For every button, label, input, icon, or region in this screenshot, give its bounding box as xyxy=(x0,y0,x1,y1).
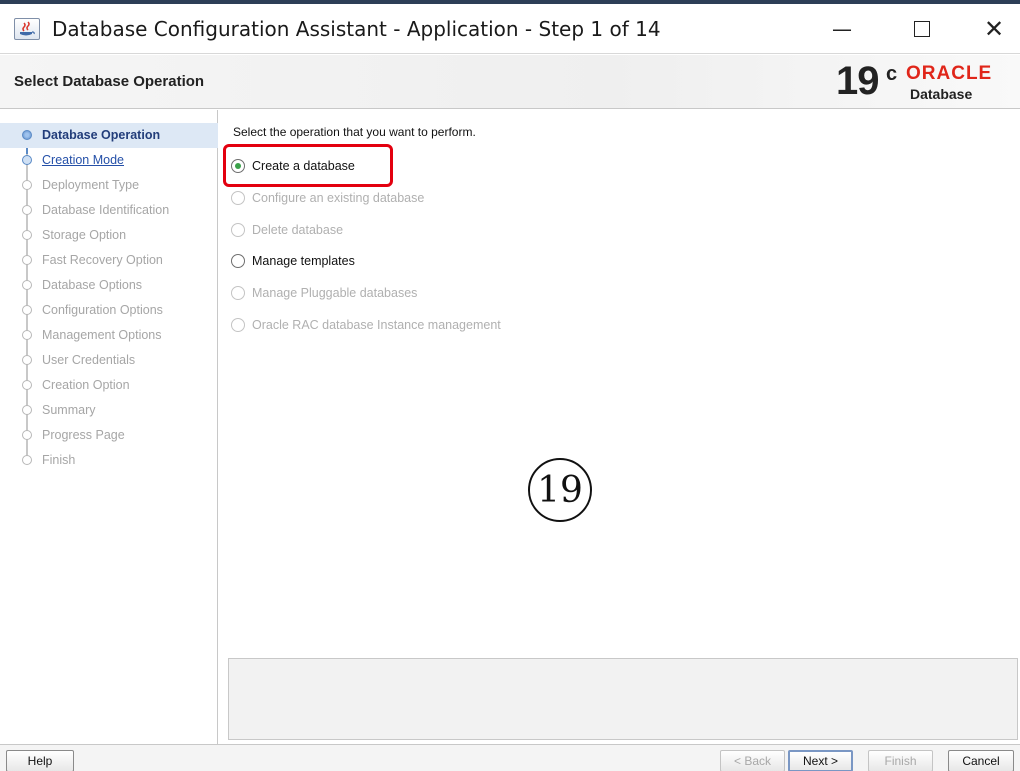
step-pending-icon xyxy=(22,355,32,365)
page-header: Select Database Operation 19 c ORACLE Da… xyxy=(0,55,1020,109)
sidebar-step-management-options: Management Options xyxy=(0,323,218,348)
step-label: Deployment Type xyxy=(42,178,140,192)
step-label: Progress Page xyxy=(42,428,125,442)
option-label: Oracle RAC database Instance management xyxy=(252,318,501,332)
minimize-button[interactable]: — xyxy=(822,12,862,46)
finish-button: Finish xyxy=(868,750,933,771)
step-label: Database Identification xyxy=(42,203,170,217)
annotation-number: 19 xyxy=(537,469,583,511)
logo-brand: ORACLE xyxy=(906,63,993,84)
sidebar-step-progress-page: Progress Page xyxy=(0,423,218,448)
step-label: Creation Option xyxy=(42,378,130,392)
footer-bar: Help < Back Next > Finish Cancel xyxy=(0,744,1020,771)
next-button[interactable]: Next > xyxy=(788,750,853,771)
steps-sidebar: Database Operation Creation Mode Deploym… xyxy=(0,110,218,744)
sidebar-step-deployment-type: Deployment Type xyxy=(0,173,218,198)
option-manage-pluggable-databases: Manage Pluggable databases xyxy=(231,282,417,304)
sidebar-step-creation-option: Creation Option xyxy=(0,373,218,398)
step-label: Creation Mode xyxy=(42,153,124,167)
option-label: Configure an existing database xyxy=(252,191,425,205)
step-pending-icon xyxy=(22,430,32,440)
window-title: Database Configuration Assistant - Appli… xyxy=(52,17,661,41)
option-rac-instance-management: Oracle RAC database Instance management xyxy=(231,314,501,336)
back-button: < Back xyxy=(720,750,785,771)
sidebar-step-database-operation[interactable]: Database Operation xyxy=(0,123,218,148)
cancel-button[interactable]: Cancel xyxy=(948,750,1014,771)
sidebar-step-creation-mode[interactable]: Creation Mode xyxy=(0,148,218,173)
sidebar-step-user-credentials: User Credentials xyxy=(0,348,218,373)
java-app-icon xyxy=(14,18,40,40)
step-label: Database Options xyxy=(42,278,143,292)
maximize-icon xyxy=(914,21,930,37)
logo-product: Database xyxy=(910,86,973,102)
step-next-icon xyxy=(22,155,32,165)
step-label: Summary xyxy=(42,403,96,417)
radio-disabled-icon xyxy=(231,191,245,205)
option-configure-existing-database: Configure an existing database xyxy=(231,187,424,209)
oracle-19c-logo: 19 c ORACLE Database xyxy=(836,59,1020,107)
step-pending-icon xyxy=(22,180,32,190)
step-label: Finish xyxy=(42,453,76,467)
step-pending-icon xyxy=(22,455,32,465)
main-content-panel: Select the operation that you want to pe… xyxy=(219,110,1020,744)
step-pending-icon xyxy=(22,205,32,215)
help-button[interactable]: Help xyxy=(6,750,74,771)
step-pending-icon xyxy=(22,230,32,240)
step-pending-icon xyxy=(22,405,32,415)
step-pending-icon xyxy=(22,330,32,340)
sidebar-step-storage-option: Storage Option xyxy=(0,223,218,248)
option-manage-templates[interactable]: Manage templates xyxy=(231,250,355,272)
step-number-annotation: 19 xyxy=(528,458,592,522)
sidebar-step-configuration-options: Configuration Options xyxy=(0,298,218,323)
window-titlebar[interactable]: Database Configuration Assistant - Appli… xyxy=(0,4,1020,54)
sidebar-step-database-options: Database Options xyxy=(0,273,218,298)
close-button[interactable]: ✕ xyxy=(974,12,1014,46)
logo-version: 19 xyxy=(836,59,879,103)
sidebar-step-database-identification: Database Identification xyxy=(0,198,218,223)
step-pending-icon xyxy=(22,255,32,265)
sidebar-step-summary: Summary xyxy=(0,398,218,423)
step-pending-icon xyxy=(22,305,32,315)
logo-superscript: c xyxy=(886,63,898,85)
sidebar-step-finish: Finish xyxy=(0,448,218,473)
message-panel xyxy=(228,658,1018,740)
close-icon: ✕ xyxy=(983,15,1005,43)
instruction-text: Select the operation that you want to pe… xyxy=(233,125,476,139)
step-label: Management Options xyxy=(42,328,162,342)
radio-icon[interactable] xyxy=(231,254,245,268)
step-active-icon xyxy=(22,130,32,140)
option-label: Manage templates xyxy=(252,254,355,268)
step-label: Database Operation xyxy=(42,128,161,142)
step-label: User Credentials xyxy=(42,353,136,367)
option-label: Manage Pluggable databases xyxy=(252,286,418,300)
radio-disabled-icon xyxy=(231,286,245,300)
step-label: Storage Option xyxy=(42,228,127,242)
step-pending-icon xyxy=(22,280,32,290)
step-pending-icon xyxy=(22,380,32,390)
annotation-highlight-box xyxy=(223,144,393,187)
minimize-icon: — xyxy=(832,17,852,41)
maximize-button[interactable] xyxy=(902,12,942,46)
step-label: Configuration Options xyxy=(42,303,163,317)
page-title: Select Database Operation xyxy=(14,73,205,90)
step-label: Fast Recovery Option xyxy=(42,253,163,267)
radio-disabled-icon xyxy=(231,223,245,237)
sidebar-step-fast-recovery-option: Fast Recovery Option xyxy=(0,248,218,273)
option-label: Delete database xyxy=(252,223,344,237)
radio-disabled-icon xyxy=(231,318,245,332)
option-delete-database: Delete database xyxy=(231,219,343,241)
